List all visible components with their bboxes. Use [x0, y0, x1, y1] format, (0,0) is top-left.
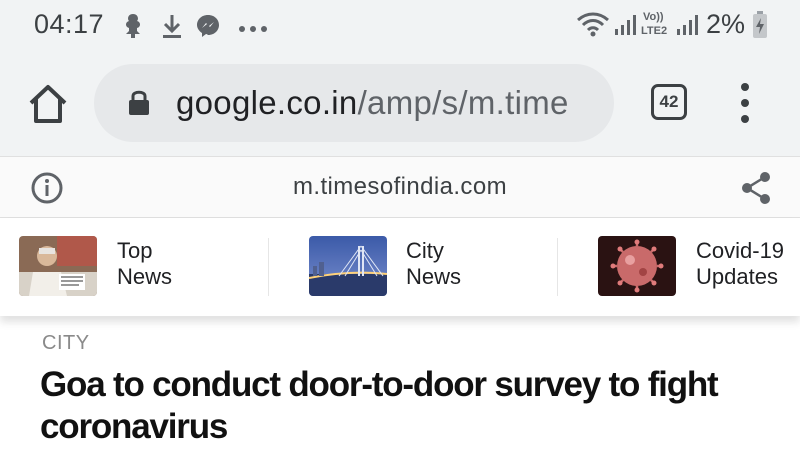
download-icon: [160, 12, 184, 45]
status-time: 04:17: [34, 9, 105, 39]
city-news-thumbnail: [309, 236, 387, 296]
article-headline: Goa to conduct door-to-door survey to fi…: [40, 365, 719, 446]
home-icon: [29, 85, 67, 123]
tab-count: 42: [659, 92, 679, 111]
amp-viewer-header: m.timesofindia.com: [0, 156, 800, 218]
signal-icon: [676, 14, 700, 41]
lock-icon: [128, 88, 150, 121]
home-button[interactable]: [26, 82, 70, 126]
svg-text:LTE2: LTE2: [641, 25, 667, 37]
battery-percent: 2%: [706, 9, 746, 39]
overflow-menu-button[interactable]: [730, 80, 760, 126]
tab-switcher-button[interactable]: 42: [651, 84, 687, 120]
tree-notification-icon: [120, 12, 146, 45]
url-host: google.co.in: [176, 84, 358, 121]
article-section-label[interactable]: CITY: [42, 332, 90, 355]
covid-updates-thumbnail: [598, 236, 676, 296]
wifi-icon: [576, 12, 610, 43]
share-icon[interactable]: [740, 171, 772, 210]
messenger-icon: [194, 12, 222, 45]
battery-charging-icon: [752, 10, 768, 45]
category-label: City News: [406, 238, 462, 289]
category-strip: Top News City News Covid-19 Updates: [0, 218, 800, 316]
category-label: Top News: [117, 238, 173, 289]
more-notifications-icon: [238, 20, 268, 38]
amp-source-domain[interactable]: m.timesofindia.com: [0, 173, 800, 201]
top-news-thumbnail: [19, 236, 97, 296]
category-top-news[interactable]: Top News: [0, 218, 268, 316]
url-text: google.co.in/amp/s/m.time: [176, 84, 569, 122]
status-bar: 04:17 Vo)) LTE2 2%: [0, 0, 800, 52]
volte-lte2-icon: Vo)) LTE2: [640, 8, 674, 43]
more-vert-icon: [741, 83, 749, 123]
url-path: /amp/s/m.time: [357, 84, 569, 121]
category-city-news[interactable]: City News: [269, 218, 557, 316]
browser-toolbar: google.co.in/amp/s/m.time 42: [0, 52, 800, 156]
category-covid-updates[interactable]: Covid-19 Updates: [558, 218, 800, 316]
url-bar[interactable]: google.co.in/amp/s/m.time: [94, 64, 614, 142]
signal-icon: [614, 14, 638, 41]
svg-text:Vo)): Vo)): [643, 11, 664, 23]
category-label: Covid-19 Updates: [696, 238, 785, 289]
